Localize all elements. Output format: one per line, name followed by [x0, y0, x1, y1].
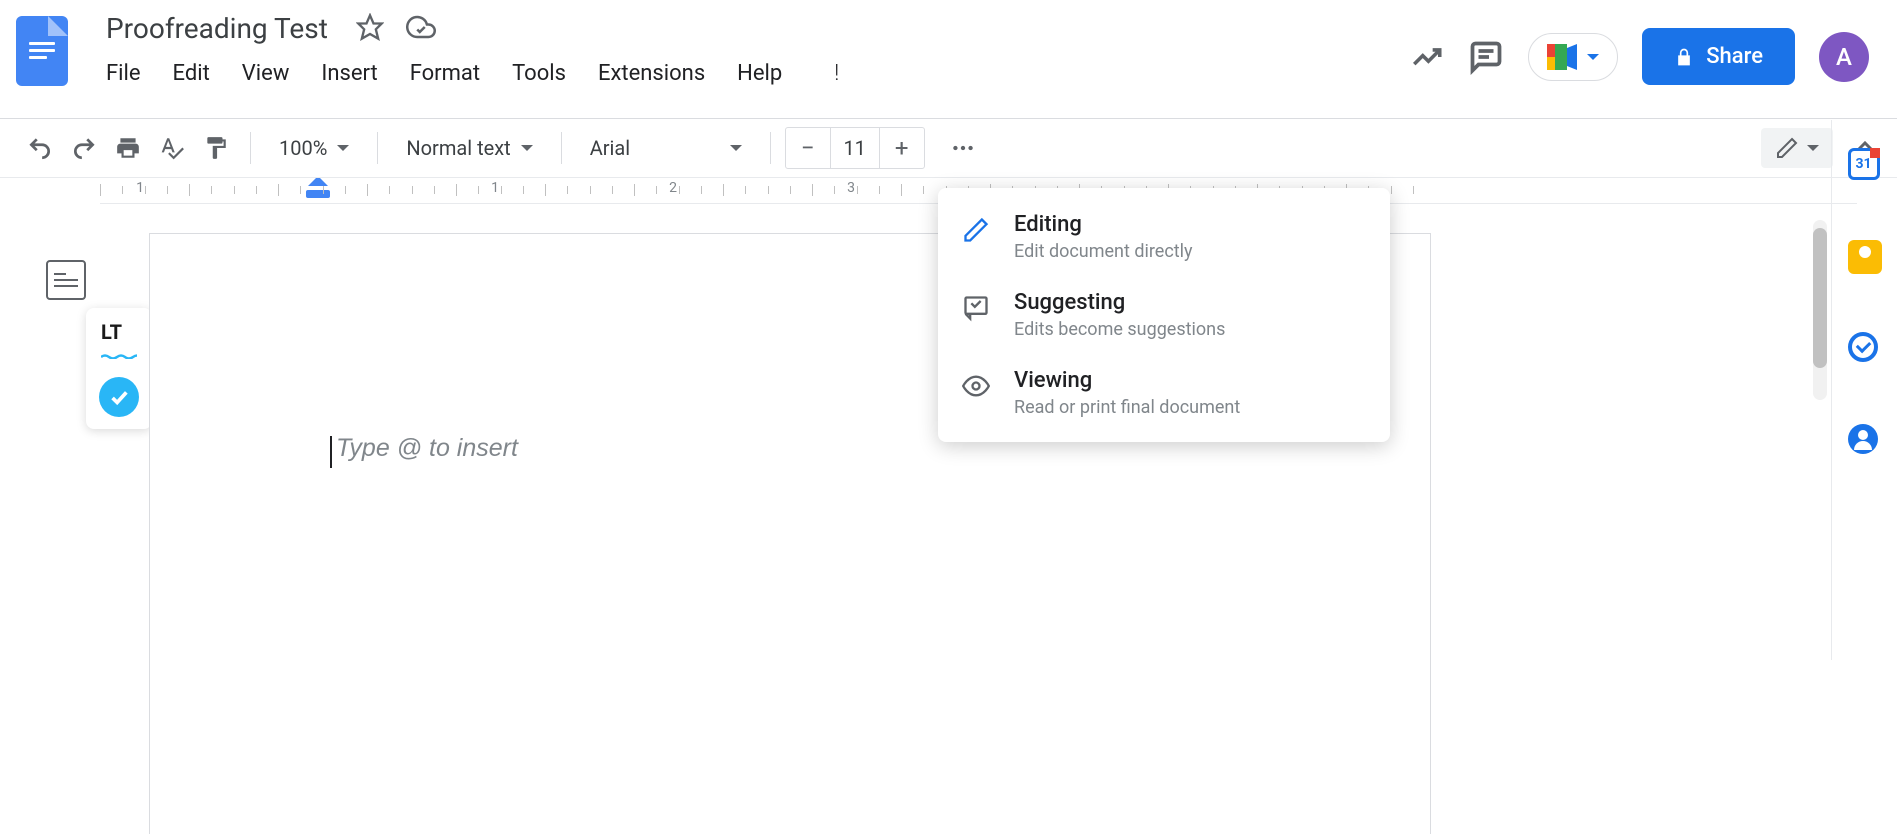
- text-cursor: [330, 436, 332, 468]
- caret-down-icon: [1587, 54, 1599, 60]
- calendar-addon-button[interactable]: 31: [1848, 148, 1882, 182]
- contacts-addon-button[interactable]: [1848, 424, 1882, 458]
- mode-editing-item[interactable]: Editing Edit document directly: [938, 198, 1390, 276]
- toolbar: 100% Normal text Arial − +: [0, 119, 1897, 177]
- print-button[interactable]: [108, 128, 148, 168]
- cloud-status-icon[interactable]: [406, 12, 436, 46]
- lock-icon: [1674, 47, 1694, 67]
- paint-format-button[interactable]: [196, 128, 236, 168]
- account-avatar[interactable]: A: [1819, 32, 1869, 82]
- check-ok-icon[interactable]: [99, 377, 139, 417]
- editing-mode-button[interactable]: [1761, 128, 1833, 168]
- caret-down-icon: [1807, 145, 1819, 151]
- document-title[interactable]: Proofreading Test: [100, 8, 334, 49]
- languagetool-logo-icon: LT: [101, 320, 137, 344]
- left-indent-icon[interactable]: [306, 190, 330, 198]
- menu-extensions[interactable]: Extensions: [598, 61, 705, 86]
- font-size-increase-button[interactable]: +: [880, 128, 924, 168]
- editing-mode-menu: Editing Edit document directly Suggestin…: [938, 188, 1390, 442]
- alert-indicator-icon[interactable]: !: [834, 61, 839, 86]
- meet-icon: [1547, 44, 1579, 70]
- menu-view[interactable]: View: [242, 61, 290, 86]
- style-select[interactable]: Normal text: [392, 136, 546, 160]
- share-button[interactable]: Share: [1642, 28, 1795, 85]
- mode-item-title: Viewing: [1014, 368, 1366, 393]
- font-size-input[interactable]: [830, 128, 880, 168]
- font-size-decrease-button[interactable]: −: [786, 128, 830, 168]
- header: Proofreading Test File Edit View Insert …: [0, 0, 1897, 118]
- font-select[interactable]: Arial: [576, 136, 756, 160]
- pencil-icon: [1775, 136, 1799, 160]
- menu-edit[interactable]: Edit: [173, 61, 210, 86]
- mode-viewing-item[interactable]: Viewing Read or print final document: [938, 354, 1390, 432]
- mode-item-title: Suggesting: [1014, 290, 1366, 315]
- menu-file[interactable]: File: [106, 61, 141, 86]
- languagetool-panel[interactable]: LT: [86, 308, 152, 429]
- caret-down-icon: [337, 145, 349, 151]
- tasks-icon: [1848, 332, 1878, 362]
- insert-placeholder: Type @ to insert: [336, 434, 518, 462]
- docs-logo-icon[interactable]: [16, 16, 68, 86]
- menubar: File Edit View Insert Format Tools Exten…: [100, 61, 1410, 86]
- contacts-icon: [1848, 424, 1878, 454]
- keep-addon-button[interactable]: [1848, 240, 1882, 274]
- star-icon[interactable]: [356, 13, 384, 45]
- activity-icon[interactable]: [1410, 40, 1444, 74]
- zoom-select[interactable]: 100%: [265, 136, 363, 160]
- mode-item-desc: Edit document directly: [1014, 241, 1366, 262]
- menu-format[interactable]: Format: [410, 61, 480, 86]
- side-panel: 31: [1831, 120, 1897, 660]
- undo-button[interactable]: [20, 128, 60, 168]
- caret-down-icon: [521, 145, 533, 151]
- mode-suggesting-item[interactable]: Suggesting Edits become suggestions: [938, 276, 1390, 354]
- menu-insert[interactable]: Insert: [321, 61, 377, 86]
- mode-item-desc: Edits become suggestions: [1014, 319, 1366, 340]
- more-tools-button[interactable]: [943, 128, 983, 168]
- comment-history-icon[interactable]: [1468, 39, 1504, 75]
- redo-button[interactable]: [64, 128, 104, 168]
- menu-tools[interactable]: Tools: [512, 61, 566, 86]
- share-label: Share: [1706, 44, 1763, 69]
- mode-item-desc: Read or print final document: [1014, 397, 1366, 418]
- show-outline-button[interactable]: [46, 260, 86, 300]
- meet-button[interactable]: [1528, 33, 1618, 81]
- menu-help[interactable]: Help: [737, 61, 782, 86]
- scrollbar-thumb[interactable]: [1813, 228, 1827, 368]
- spellcheck-button[interactable]: [152, 128, 192, 168]
- first-line-indent-icon[interactable]: [308, 178, 328, 186]
- mode-item-title: Editing: [1014, 212, 1366, 237]
- eye-icon: [962, 372, 992, 404]
- font-size-group: − +: [785, 127, 925, 169]
- caret-down-icon: [730, 145, 742, 151]
- title-area: Proofreading Test File Edit View Insert …: [100, 8, 1410, 86]
- scrollbar[interactable]: [1813, 220, 1827, 400]
- calendar-icon: 31: [1848, 148, 1880, 180]
- tasks-addon-button[interactable]: [1848, 332, 1882, 366]
- suggest-icon: [962, 294, 992, 326]
- pencil-icon: [962, 216, 992, 248]
